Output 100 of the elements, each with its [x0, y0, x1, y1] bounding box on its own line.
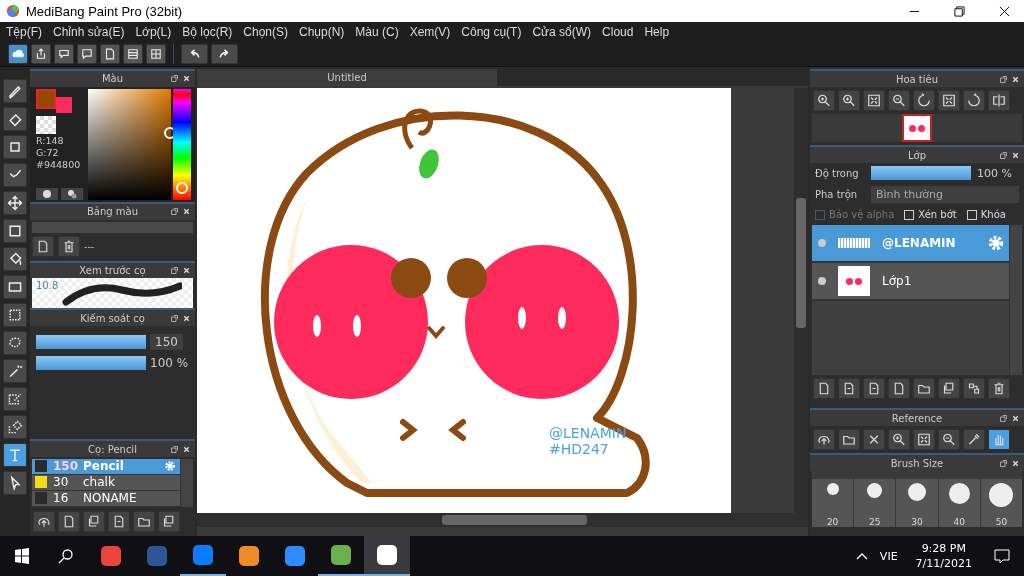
eyedropper-icon[interactable]: [963, 429, 985, 450]
rotate-left-icon[interactable]: [913, 90, 935, 111]
brush-size-option[interactable]: 40: [938, 479, 980, 527]
float-panel-icon[interactable]: [999, 150, 1008, 160]
value-field[interactable]: 150: [150, 334, 183, 351]
folder-icon[interactable]: [913, 378, 935, 399]
grid-icon[interactable]: [146, 44, 166, 64]
document-icon[interactable]: [100, 44, 120, 64]
settings-icon[interactable]: [164, 460, 176, 473]
float-panel-icon[interactable]: [170, 74, 179, 84]
scrollbar[interactable]: [1009, 225, 1022, 375]
menu-item[interactable]: Màu (C): [355, 25, 399, 39]
navigator-thumbnail[interactable]: [902, 114, 932, 142]
share-icon[interactable]: [31, 44, 51, 64]
visibility-icon[interactable]: [818, 277, 826, 285]
float-panel-icon[interactable]: [999, 74, 1008, 84]
color-picker-square[interactable]: [88, 88, 171, 200]
paint-app-icon[interactable]: [364, 536, 410, 576]
close-icon[interactable]: [863, 429, 885, 450]
notification-icon[interactable]: [994, 548, 1010, 564]
rotate-right-icon[interactable]: [963, 90, 985, 111]
foreground-color-swatch[interactable]: [36, 88, 56, 109]
menu-item[interactable]: Chỉnh sửa(E): [53, 25, 125, 39]
redo-icon[interactable]: [211, 44, 238, 64]
clock-date[interactable]: 7/11/2021: [915, 556, 972, 571]
upload-icon[interactable]: [33, 510, 55, 532]
menu-item[interactable]: Help: [644, 25, 670, 39]
fit-screen-icon[interactable]: [863, 90, 885, 111]
close-icon[interactable]: [1011, 458, 1020, 468]
float-panel-icon[interactable]: [999, 458, 1008, 468]
new-layer-icon[interactable]: [108, 510, 130, 532]
zoom-in-icon[interactable]: [813, 90, 835, 111]
slider-fill[interactable]: [36, 335, 146, 350]
undo-icon[interactable]: [181, 44, 208, 64]
list-icon[interactable]: [123, 44, 143, 64]
new-document-icon[interactable]: [32, 235, 54, 257]
zoom-out-icon[interactable]: [888, 90, 910, 111]
settings-icon[interactable]: [987, 234, 1005, 252]
close-icon[interactable]: [1011, 413, 1020, 423]
brush-size-option[interactable]: 50: [980, 479, 1022, 527]
zoom-in-icon[interactable]: [838, 90, 860, 111]
brush-size-option[interactable]: 20: [812, 479, 854, 527]
merge-icon[interactable]: [963, 378, 985, 399]
fit-screen-icon[interactable]: [913, 429, 935, 450]
menu-item[interactable]: Xem(V): [409, 25, 451, 39]
horizontal-scrollbar[interactable]: [197, 513, 808, 527]
brush-size-option[interactable]: 25: [854, 479, 896, 527]
duplicate-icon[interactable]: [158, 510, 180, 532]
hue-bar[interactable]: [173, 88, 191, 200]
close-icon[interactable]: [1011, 74, 1020, 84]
duplicate-icon[interactable]: [938, 378, 960, 399]
menu-item[interactable]: Chọn(S): [243, 25, 288, 39]
document-icon[interactable]: [813, 378, 835, 399]
fit-screen-icon[interactable]: [938, 90, 960, 111]
menu-item[interactable]: Lớp(L): [135, 25, 172, 39]
float-panel-icon[interactable]: [999, 413, 1008, 423]
menu-item[interactable]: Tệp(F): [6, 25, 42, 39]
delete-icon[interactable]: [58, 235, 80, 257]
start-icon[interactable]: [14, 548, 30, 564]
checkbox[interactable]: Xén bớt: [904, 209, 957, 220]
vertical-scrollbar[interactable]: [794, 88, 808, 513]
speech-bubble-icon[interactable]: [54, 44, 74, 64]
float-panel-icon[interactable]: [170, 313, 179, 323]
document-tab[interactable]: Untitled: [197, 69, 497, 86]
new-layer-icon[interactable]: [838, 378, 860, 399]
layer-row[interactable]: Lớp1: [812, 263, 1009, 301]
duplicate-icon[interactable]: [83, 510, 105, 532]
folder-icon[interactable]: [838, 429, 860, 450]
close-icon[interactable]: [182, 313, 191, 323]
opacity-slider-fill[interactable]: [871, 166, 971, 180]
document-icon[interactable]: [888, 378, 910, 399]
menu-item[interactable]: Công cụ(T): [461, 25, 522, 39]
cloud-icon[interactable]: [8, 44, 28, 64]
delete-icon[interactable]: [988, 378, 1010, 399]
close-icon[interactable]: [182, 444, 191, 454]
maximize-icon[interactable]: [954, 5, 965, 17]
menu-item[interactable]: Bộ lọc(R): [182, 25, 233, 39]
scrollbar[interactable]: [180, 458, 193, 507]
zoom-in-icon[interactable]: [888, 429, 910, 450]
comment-icon[interactable]: [77, 44, 97, 64]
menu-item[interactable]: Cloud: [602, 25, 634, 39]
caret-icon[interactable]: [855, 552, 868, 560]
checkbox[interactable]: Khóa: [966, 209, 1006, 220]
zoom-out-icon[interactable]: [938, 429, 960, 450]
document-icon[interactable]: [58, 510, 80, 532]
close-icon[interactable]: [182, 74, 191, 84]
flip-icon[interactable]: [988, 90, 1010, 111]
search-icon[interactable]: [58, 548, 74, 564]
menu-item[interactable]: Chụp(N): [299, 25, 345, 39]
new-layer-icon[interactable]: [863, 378, 885, 399]
clock-time[interactable]: 9:28 PM: [921, 541, 966, 556]
close-icon[interactable]: [182, 207, 191, 217]
close-icon[interactable]: [999, 5, 1010, 17]
close-icon[interactable]: [182, 266, 191, 276]
slider-fill[interactable]: [36, 356, 146, 371]
secondary-color-swatch[interactable]: [56, 96, 72, 113]
float-panel-icon[interactable]: [170, 266, 179, 276]
upload-icon[interactable]: [813, 429, 835, 450]
hue-slider-handle[interactable]: [176, 182, 188, 195]
folder-icon[interactable]: [133, 510, 155, 532]
